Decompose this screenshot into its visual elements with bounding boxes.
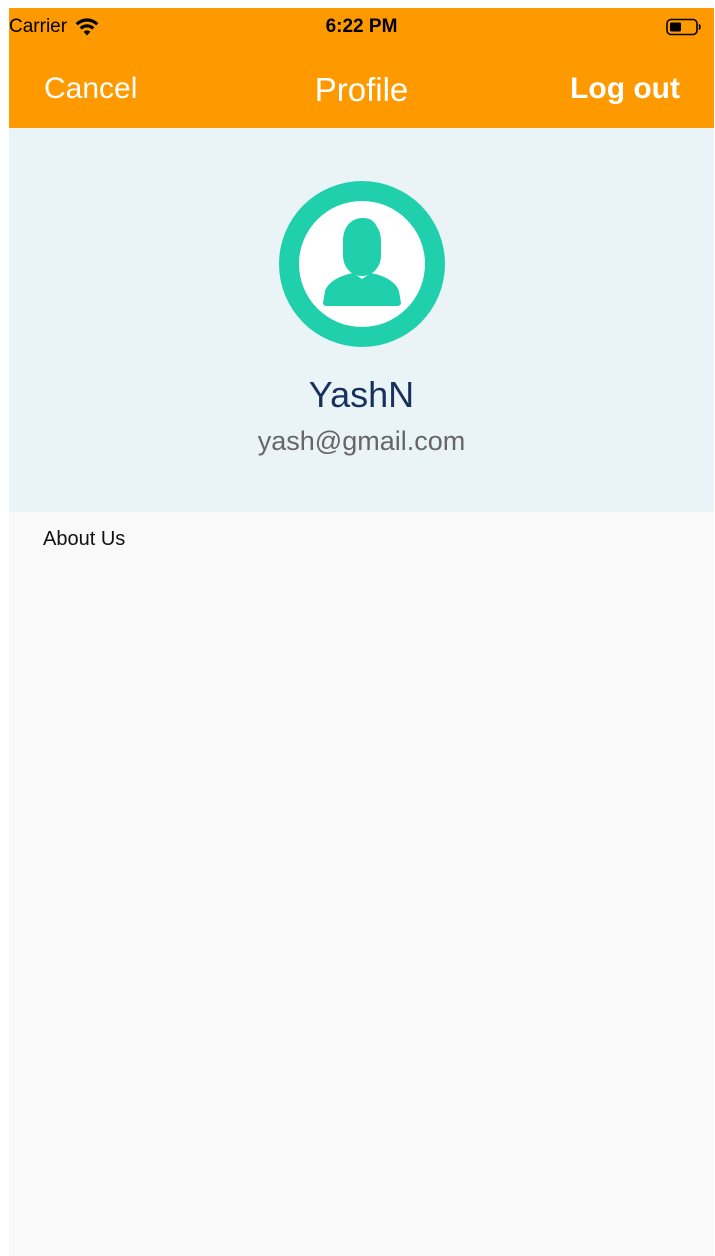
menu-item-about-us[interactable]: About Us [9,512,714,570]
navigation-bar: Cancel Profile Log out [9,48,714,128]
logout-button[interactable]: Log out [570,72,680,106]
user-avatar-icon[interactable] [279,181,445,347]
battery-icon [666,18,701,36]
app-screen: Carrier 6:22 PM Cancel Profile Log out Y… [9,8,714,1256]
cancel-button[interactable]: Cancel [44,72,137,106]
menu-item-label: About Us [43,528,126,550]
status-time: 6:22 PM [325,16,398,37]
status-bar: Carrier 6:22 PM [9,8,714,48]
header: Carrier 6:22 PM Cancel Profile Log out [9,8,714,128]
user-name: YashN [308,374,415,415]
menu-list: About Us [9,512,714,570]
user-email: yash@gmail.com [257,426,466,456]
profile-header: YashN yash@gmail.com [9,128,714,512]
